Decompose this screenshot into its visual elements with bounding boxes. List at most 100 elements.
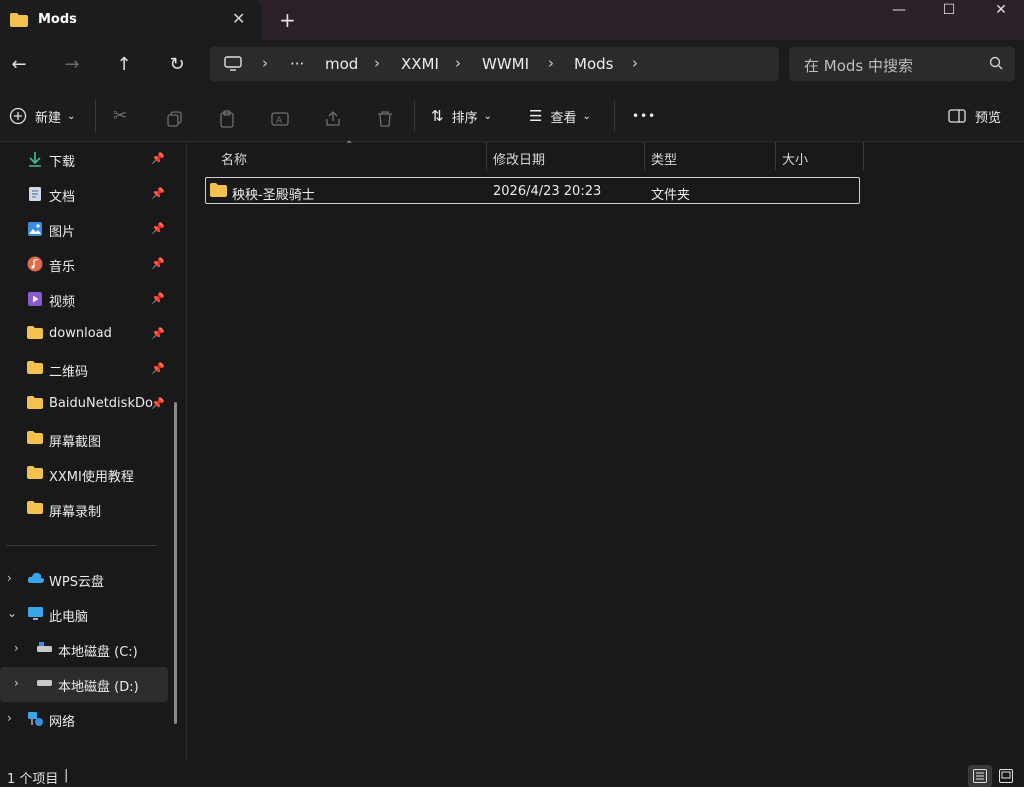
sidebar-item-network[interactable]: › 网络 (0, 702, 168, 737)
toolbar-divider (614, 100, 615, 132)
folder-icon (210, 183, 227, 197)
column-header-label: 名称 (221, 153, 248, 168)
sidebar-item-music[interactable]: 音乐 📌 (0, 247, 168, 282)
sidebar-item-download-folder[interactable]: download 📌 (0, 317, 168, 352)
item-count: 1 个项目 (7, 772, 59, 787)
chevron-right-icon[interactable]: › (262, 54, 268, 72)
chevron-down-icon[interactable]: ⌄ (7, 606, 17, 620)
toolbar-divider (95, 100, 96, 132)
view-button[interactable]: ☰ 查看 ⌄ (529, 104, 591, 128)
new-tab-button[interactable]: + (279, 8, 296, 32)
breadcrumb-mod[interactable]: mod (325, 55, 358, 73)
minimize-button[interactable]: — (876, 0, 922, 20)
sidebar-item-xxmi-tutorial[interactable]: XXMI使用教程 (0, 457, 168, 492)
forward-icon[interactable]: → (61, 54, 83, 76)
sidebar-item-screen-recordings[interactable]: 屏幕录制 (0, 492, 168, 527)
refresh-icon[interactable]: ↻ (166, 54, 188, 76)
pin-icon[interactable]: 📌 (151, 327, 165, 340)
pin-icon[interactable]: 📌 (151, 222, 165, 235)
pin-icon[interactable]: 📌 (151, 362, 165, 375)
preview-button[interactable]: 预览 (948, 104, 1001, 128)
pin-icon[interactable]: 📌 (151, 292, 165, 305)
tiles-view-button[interactable] (994, 765, 1018, 787)
video-icon (28, 292, 42, 306)
add-icon (9, 107, 27, 125)
search-input[interactable]: 在 Mods 中搜索 (789, 47, 1015, 81)
chevron-right-icon[interactable]: › (455, 54, 461, 72)
sidebar-item-wps-cloud[interactable]: › WPS云盘 (0, 562, 168, 597)
tab-mods[interactable]: Mods ✕ (0, 0, 262, 40)
maximize-button[interactable]: ☐ (926, 0, 972, 20)
sidebar-item-label: WPS云盘 (49, 575, 104, 590)
rename-icon[interactable]: A (271, 107, 289, 131)
pin-icon[interactable]: 📌 (151, 187, 165, 200)
back-icon[interactable]: ← (8, 54, 30, 76)
chevron-right-icon[interactable]: › (14, 676, 19, 690)
sort-label: 排序 (451, 110, 478, 126)
drive-icon (37, 680, 52, 686)
cloud-icon (27, 572, 45, 583)
pin-icon[interactable]: 📌 (151, 152, 165, 165)
delete-icon[interactable] (376, 107, 394, 131)
sidebar-item-this-pc[interactable]: ⌄ 此电脑 (0, 597, 168, 632)
download-icon (29, 152, 41, 167)
pin-icon[interactable]: 📌 (151, 397, 165, 410)
table-row[interactable]: 秧秧-圣殿骑士 2026/4/23 20:23 文件夹 (205, 177, 860, 204)
column-header-name[interactable]: 名称 (215, 142, 485, 171)
breadcrumb-wwmi[interactable]: WWMI (482, 55, 529, 73)
sidebar-item-videos[interactable]: 视频 📌 (0, 282, 168, 317)
svg-text:A: A (276, 116, 283, 126)
preview-pane-icon (948, 109, 966, 123)
sidebar-scrollbar[interactable] (174, 402, 177, 724)
sidebar-item-qrcode[interactable]: 二维码 📌 (0, 352, 168, 387)
sidebar-item-drive-c[interactable]: › 本地磁盘 (C:) (0, 632, 168, 667)
search-icon[interactable] (989, 56, 1003, 70)
column-header-modified[interactable]: 修改日期 (487, 142, 644, 171)
column-header-label: 类型 (651, 153, 678, 168)
chevron-right-icon[interactable]: › (548, 54, 554, 72)
cut-icon[interactable]: ✂ (113, 104, 127, 128)
chevron-right-icon[interactable]: › (632, 54, 638, 72)
folder-icon (27, 361, 43, 374)
row-modified: 2026/4/23 20:23 (493, 184, 602, 199)
sort-button[interactable]: ⇅ 排序 ⌄ (431, 104, 492, 128)
drive-icon (37, 642, 52, 652)
details-view-button[interactable] (968, 765, 992, 787)
share-icon[interactable] (324, 107, 342, 131)
breadcrumb-xxmi[interactable]: XXMI (401, 55, 439, 73)
address-row: ← → ↑ ↻ › ··· mod › XXMI › WWMI › Mods ›… (0, 40, 1024, 90)
close-window-button[interactable]: ✕ (978, 0, 1024, 20)
chevron-right-icon[interactable]: › (7, 711, 12, 725)
chevron-right-icon[interactable]: › (7, 571, 12, 585)
up-icon[interactable]: ↑ (113, 54, 135, 76)
new-button[interactable]: 新建 ⌄ (9, 104, 75, 128)
sidebar-item-documents[interactable]: 文档 📌 (0, 177, 168, 212)
pin-icon[interactable]: 📌 (151, 257, 165, 270)
tab-title: Mods (38, 12, 77, 27)
folder-icon (27, 431, 43, 444)
more-options-icon[interactable]: ••• (632, 104, 656, 128)
chevron-right-icon[interactable]: › (374, 54, 380, 72)
preview-label: 预览 (975, 110, 1002, 126)
close-tab-icon[interactable]: ✕ (232, 9, 245, 28)
sidebar-item-screenshots[interactable]: 屏幕截图 (0, 422, 168, 457)
address-bar[interactable]: › ··· mod › XXMI › WWMI › Mods › (210, 47, 779, 81)
breadcrumb-overflow[interactable]: ··· (290, 55, 304, 73)
copy-icon[interactable] (166, 107, 184, 131)
new-label: 新建 (35, 110, 62, 126)
sidebar-item-label: 本地磁盘 (C:) (58, 645, 138, 660)
column-header-size[interactable]: 大小 (776, 142, 863, 171)
sidebar-item-downloads[interactable]: 下载 📌 (0, 142, 168, 177)
column-divider[interactable] (863, 142, 864, 171)
sidebar-item-label: 网络 (49, 715, 76, 730)
breadcrumb-mods[interactable]: Mods (574, 55, 613, 73)
column-header-type[interactable]: 类型 (645, 142, 775, 171)
sidebar-item-drive-d[interactable]: › 本地磁盘 (D:) (0, 667, 168, 702)
sidebar-item-label: 文档 (49, 190, 76, 205)
sidebar-item-baidunetdisk[interactable]: BaiduNetdiskDownload 📌 (0, 387, 168, 422)
folder-icon (27, 326, 43, 339)
sidebar-item-label: 屏幕截图 (49, 435, 102, 450)
paste-icon[interactable] (218, 107, 236, 131)
chevron-right-icon[interactable]: › (14, 641, 19, 655)
sidebar-item-pictures[interactable]: 图片 📌 (0, 212, 168, 247)
